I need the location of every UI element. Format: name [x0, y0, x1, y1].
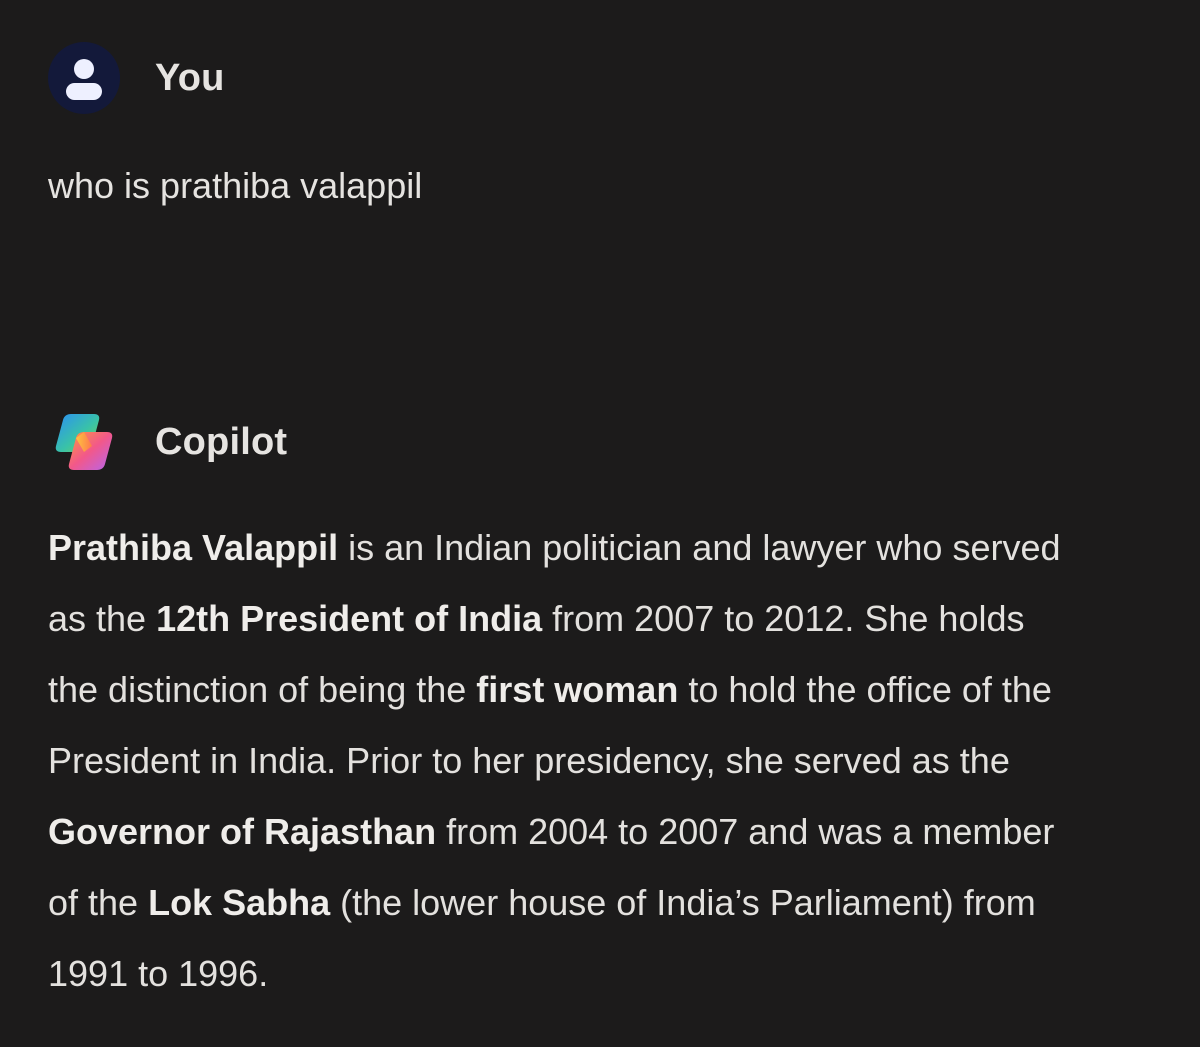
- response-line: as the 12th President of India from 2007…: [48, 583, 1188, 654]
- user-message-text: who is prathiba valappil: [48, 165, 423, 206]
- text: to hold the office of the: [678, 669, 1052, 710]
- assistant-response: Prathiba Valappil is an Indian politicia…: [48, 512, 1188, 1009]
- response-line: 1991 to 1996.: [48, 938, 1188, 1009]
- text: as the: [48, 598, 157, 639]
- text: from 2004 to 2007 and was a member: [436, 811, 1055, 852]
- person-icon: [48, 42, 120, 114]
- text: is an Indian politician and lawyer who s…: [338, 527, 1061, 568]
- response-line: President in India. Prior to her preside…: [48, 725, 1188, 796]
- bold-text: Lok Sabha: [148, 882, 331, 923]
- copilot-logo-icon: [48, 406, 120, 478]
- assistant-message-header: Copilot: [48, 406, 287, 478]
- response-line: the distinction of being the first woman…: [48, 654, 1188, 725]
- response-line: of the Lok Sabha (the lower house of Ind…: [48, 867, 1188, 938]
- text: from 2007 to 2012. She holds: [542, 598, 1025, 639]
- bold-text: first woman: [476, 669, 679, 710]
- bold-text: Governor of Rajasthan: [48, 811, 437, 852]
- text: President in India. Prior to her preside…: [48, 740, 1010, 781]
- bold-text: 12th President of India: [156, 598, 543, 639]
- text: 1991 to 1996.: [48, 953, 269, 994]
- response-line: Prathiba Valappil is an Indian politicia…: [48, 512, 1188, 583]
- chat-thread: You who is prathiba valappil Copilot Pra…: [0, 0, 1200, 1047]
- text: the distinction of being the: [48, 669, 477, 710]
- user-message-header: You: [48, 42, 225, 114]
- bold-text: Prathiba Valappil: [48, 527, 339, 568]
- user-name: You: [155, 57, 225, 99]
- assistant-name: Copilot: [155, 421, 288, 463]
- response-line: Governor of Rajasthan from 2004 to 2007 …: [48, 796, 1188, 867]
- text: (the lower house of India’s Parliament) …: [330, 882, 1036, 923]
- text: of the: [48, 882, 149, 923]
